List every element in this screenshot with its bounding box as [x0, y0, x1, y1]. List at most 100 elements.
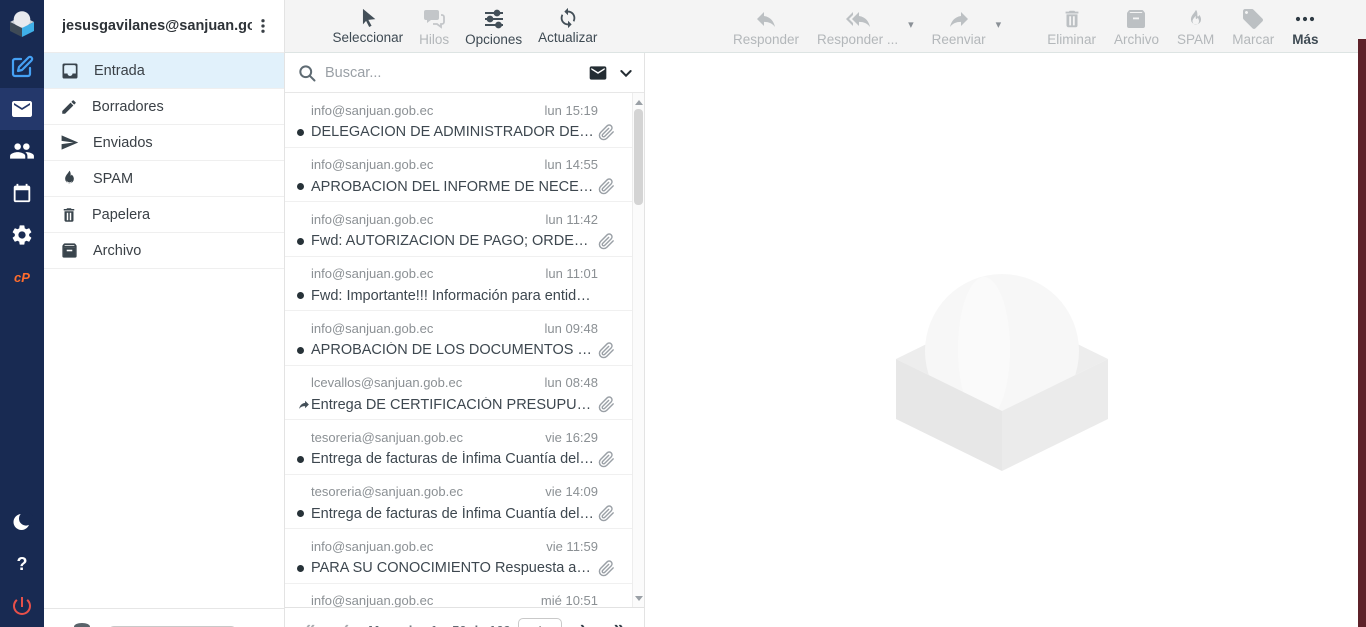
message-row[interactable]: info@sanjuan.gob.ec lun 11:42 Fwd: AUTOR… [285, 202, 632, 257]
first-page-button[interactable]: « [295, 619, 325, 627]
mark-label: Marcar [1232, 32, 1275, 47]
delete-button[interactable]: Eliminar [1047, 0, 1096, 47]
message-row[interactable]: lcevallos@sanjuan.gob.ec lun 08:48 Entre… [285, 366, 632, 420]
message-row[interactable]: tesoreria@sanjuan.gob.ec vie 16:29 Entre… [285, 420, 632, 475]
forward-dropdown-caret[interactable]: ▾ [996, 18, 1002, 53]
contacts-tab[interactable] [0, 130, 44, 172]
folder-label: SPAM [93, 170, 134, 187]
folder-entrada[interactable]: Entrada [44, 53, 284, 89]
message-date: lun 09:48 [544, 320, 599, 336]
attachment-paperclip-icon [598, 178, 614, 195]
threads-button[interactable]: Hilos [419, 0, 449, 47]
cpanel-link[interactable]: cP [0, 256, 44, 298]
forwarded-icon [299, 400, 309, 409]
folder-papelera[interactable]: Papelera [44, 197, 284, 233]
message-row[interactable]: info@sanjuan.gob.ec lun 11:01 Fwd: Impor… [285, 257, 632, 311]
unread-dot-icon [297, 237, 304, 245]
settings-tab[interactable] [0, 214, 44, 256]
message-toolbar: Responder Responder ... ▾ Reenviar ▾ Eli… [733, 0, 1319, 53]
message-sender: info@sanjuan.gob.ec [311, 102, 434, 118]
message-date: vie 11:59 [546, 538, 598, 554]
message-list-wrap: info@sanjuan.gob.ec lun 15:19 DELEGACION… [285, 93, 644, 607]
message-date: lun 14:55 [544, 157, 599, 172]
reply-button[interactable]: Responder [733, 0, 799, 47]
message-row[interactable]: info@sanjuan.gob.ec vie 11:59 PARA SU CO… [285, 529, 632, 584]
refresh-button[interactable]: Actualizar [538, 0, 597, 45]
roundcube-logo[interactable] [0, 0, 44, 46]
scroll-down-arrow[interactable] [633, 591, 644, 605]
pagination-status: Mensajes 1 a 50 de 169 [367, 623, 512, 627]
options-button[interactable]: Opciones [465, 0, 522, 47]
folder-borradores[interactable]: Borradores [44, 89, 284, 125]
more-dots-icon [1296, 16, 1315, 22]
attachment-paperclip-icon [598, 450, 614, 467]
message-flag [297, 128, 311, 136]
reply-all-button[interactable]: Responder ... [817, 0, 898, 47]
select-button[interactable]: Seleccionar [333, 0, 403, 45]
reply-all-dropdown-caret[interactable]: ▾ [908, 18, 914, 53]
search-input[interactable] [325, 64, 578, 81]
account-menu-button[interactable] [252, 15, 274, 37]
calendar-icon [13, 183, 31, 203]
attachment-paperclip-icon [598, 232, 614, 249]
trash-icon [63, 207, 75, 222]
next-page-button[interactable]: › [568, 619, 598, 627]
message-sender: info@sanjuan.gob.ec [311, 538, 434, 554]
message-subject: Fwd: AUTORIZACION DE PAGO; ORDEN DE ... [311, 233, 594, 249]
preview-pane [646, 53, 1366, 627]
message-row[interactable]: info@sanjuan.gob.ec mié 10:51 [285, 584, 632, 607]
account-header: jesusgavilanes@sanjuan.gob.... [44, 0, 284, 53]
search-options-button[interactable] [618, 65, 634, 81]
folder-label: Archivo [93, 242, 142, 259]
message-row[interactable]: tesoreria@sanjuan.gob.ec vie 14:09 Entre… [285, 475, 632, 529]
chevron-down-icon [620, 69, 632, 77]
message-subject: Fwd: Importante!!! Información para enti… [311, 287, 594, 304]
search-scope-button[interactable] [586, 63, 610, 83]
spam-button[interactable]: SPAM [1177, 0, 1214, 47]
folder-label: Enviados [93, 134, 153, 151]
message-date: lun 08:48 [544, 375, 599, 390]
logout-button[interactable] [0, 585, 44, 627]
more-label: Más [1292, 32, 1319, 47]
threads-chat-icon [424, 10, 445, 29]
archive-label: Archivo [1113, 32, 1159, 47]
reply-all-icon [845, 12, 870, 27]
more-button[interactable]: Más [1292, 0, 1319, 47]
message-row[interactable]: info@sanjuan.gob.ec lun 14:55 APROBACION… [285, 148, 632, 202]
attachment-wrap [598, 232, 616, 250]
roundcube-logo-icon [10, 11, 34, 37]
spam-label: SPAM [1176, 32, 1215, 47]
folder-archivo[interactable]: Archivo [44, 233, 284, 269]
scroll-up-arrow[interactable] [633, 95, 644, 109]
prev-page-button[interactable]: ‹ [331, 619, 361, 627]
forward-icon [949, 12, 968, 27]
compose-button[interactable] [0, 46, 44, 88]
account-email: jesusgavilanes@sanjuan.gob.... [62, 18, 252, 34]
archive-button[interactable]: Archivo [1114, 0, 1159, 47]
mail-tab[interactable] [0, 88, 44, 130]
archive-icon [1127, 10, 1146, 28]
message-row[interactable]: info@sanjuan.gob.ec lun 09:48 APROBACIÓN… [285, 311, 632, 366]
settings-gear-icon [12, 225, 32, 245]
unread-dot-icon [297, 183, 304, 190]
scroll-thumb[interactable] [634, 109, 643, 205]
folder-enviados[interactable]: Enviados [44, 125, 284, 161]
message-sender: info@sanjuan.gob.ec [311, 211, 434, 227]
webmail-app: cP ? jesusgavilanes@sanjuan.gob.... [0, 0, 1366, 627]
page-number-input[interactable] [518, 617, 562, 627]
attachment-wrap [598, 178, 616, 195]
attachment-wrap [598, 559, 616, 577]
attachment-paperclip-icon [598, 123, 614, 140]
message-row[interactable]: info@sanjuan.gob.ec lun 15:19 DELEGACION… [285, 93, 632, 148]
list-scrollbar[interactable] [632, 93, 644, 607]
message-date: vie 16:29 [545, 429, 598, 445]
folder-spam[interactable]: SPAM [44, 161, 284, 197]
forward-button[interactable]: Reenviar [932, 0, 986, 47]
last-page-button[interactable]: » [604, 619, 634, 627]
help-button[interactable]: ? [0, 543, 44, 585]
mark-button[interactable]: Marcar [1232, 0, 1274, 47]
dark-mode-button[interactable] [0, 501, 44, 543]
calendar-tab[interactable] [0, 172, 44, 214]
unread-dot-icon [297, 564, 304, 572]
message-flag [297, 183, 311, 190]
